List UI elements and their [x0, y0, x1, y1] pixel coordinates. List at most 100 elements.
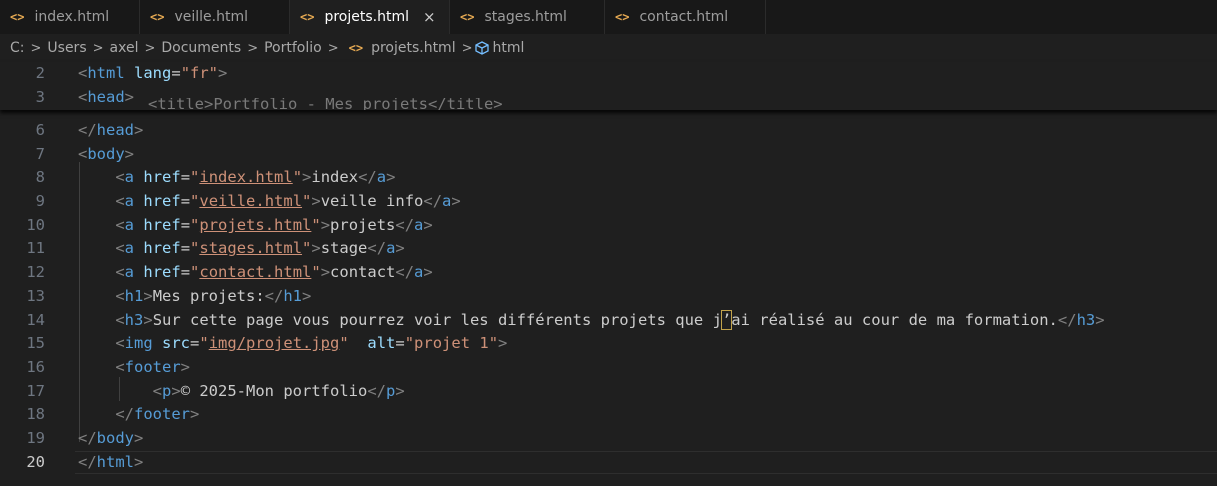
html-file-icon: <>	[348, 41, 364, 55]
tab-veille[interactable]: <> veille.html	[140, 0, 290, 34]
code-token: >	[134, 121, 144, 139]
line-number: 17	[26, 382, 45, 400]
breadcrumb-symbol[interactable]: html	[493, 40, 525, 56]
code-text: <html lang="fr">	[78, 62, 227, 86]
code-token: index	[311, 168, 359, 186]
bracket-match-highlight: ’	[720, 310, 733, 330]
code-token: href	[143, 263, 181, 281]
line-number: 3	[35, 88, 45, 106]
line-number: 8	[35, 168, 45, 186]
code-editor[interactable]: <title>Portfolio - Mes projets</title> 2…	[0, 62, 1217, 486]
code-token: "	[199, 334, 209, 352]
tab-index[interactable]: <> index.html	[0, 0, 140, 34]
code-token: >	[395, 239, 405, 257]
code-token: a	[124, 263, 135, 281]
code-token: >	[395, 382, 405, 400]
code-token: projets	[330, 216, 396, 234]
code-token: >	[302, 168, 312, 186]
code-line[interactable]: 2 <html lang="fr">	[0, 62, 1217, 86]
code-token: "	[190, 263, 200, 281]
code-token: "	[311, 263, 321, 281]
code-token: =	[190, 334, 200, 352]
code-token: head	[96, 121, 134, 139]
code-line[interactable]: 12 <a href="contact.html">contact</a>	[0, 261, 1217, 285]
symbol-cube-icon	[474, 41, 489, 55]
code-token: <	[78, 145, 88, 163]
code-token: lang	[134, 64, 172, 82]
code-line[interactable]: 17 <p>© 2025-Mon portfolio</p>	[0, 380, 1217, 404]
code-token: html	[87, 64, 125, 82]
code-token: =	[180, 216, 191, 234]
code-line[interactable]: 8 <a href="index.html">index</a>	[0, 166, 1217, 190]
code-token: >	[1095, 311, 1105, 329]
code-token: a	[124, 216, 135, 234]
code-token: © 2025-Mon portfolio	[180, 382, 368, 400]
tab-label: index.html	[34, 9, 110, 25]
tab-label: veille.html	[174, 9, 248, 25]
html-file-icon: <>	[615, 10, 630, 24]
code-line[interactable]: 6 </head>	[0, 119, 1217, 143]
code-token: contact.html	[199, 263, 312, 281]
code-line[interactable]: 20 </html>	[0, 451, 1217, 475]
code-token: >	[134, 429, 144, 447]
code-token: <	[78, 64, 88, 82]
tab-contact[interactable]: <> contact.html	[605, 0, 766, 34]
code-token: </	[358, 168, 377, 186]
line-number: 7	[35, 145, 45, 163]
tab-projets[interactable]: <> projets.html ×	[290, 0, 450, 34]
chevron-right-icon: >	[30, 40, 42, 56]
code-token: >	[451, 192, 461, 210]
code-token: head	[87, 88, 125, 106]
code-line[interactable]: 14 <h3>Sur cette page vous pourrez voir …	[0, 309, 1217, 333]
code-token: p	[162, 382, 172, 400]
code-token: a	[124, 168, 135, 186]
code-line[interactable]: 7 <body>	[0, 143, 1217, 167]
code-line[interactable]: 3 <head>	[0, 86, 1217, 110]
code-text: <p>© 2025-Mon portfolio</p>	[78, 380, 405, 404]
code-token: "projet 1"	[404, 334, 499, 352]
code-token: h3	[1076, 311, 1096, 329]
code-line[interactable]: 18 </footer>	[0, 403, 1217, 427]
code-token: =	[171, 64, 181, 82]
code-text: <h3>Sur cette page vous pourrez voir les…	[78, 309, 1105, 333]
code-token: h1	[283, 287, 303, 305]
code-token: veille info	[320, 192, 424, 210]
tab-label: stages.html	[484, 9, 567, 25]
code-token: "	[339, 334, 349, 352]
code-line[interactable]: 10 <a href="projets.html">projets</a>	[0, 214, 1217, 238]
breadcrumb-item[interactable]: Users	[47, 40, 86, 56]
tab-stages[interactable]: <> stages.html	[450, 0, 605, 34]
code-line[interactable]: 19 </body>	[0, 427, 1217, 451]
code-text: <h1>Mes projets:</h1>	[78, 285, 311, 309]
code-token: =	[180, 263, 191, 281]
code-token: "	[190, 168, 200, 186]
code-line[interactable]: 16 <footer>	[0, 356, 1217, 380]
breadcrumb-item[interactable]: axel	[110, 40, 139, 56]
code-text: </html>	[78, 451, 143, 475]
code-line[interactable]: 15 <img src="img/projet.jpg" alt="projet…	[0, 332, 1217, 356]
close-tab-icon[interactable]: ×	[423, 8, 436, 26]
breadcrumb-item[interactable]: Portfolio	[264, 40, 322, 56]
code-token: </	[264, 287, 284, 305]
code-text: </head>	[78, 119, 143, 143]
code-token: >	[498, 334, 508, 352]
code-token: a	[386, 239, 396, 257]
code-token: projets.html	[199, 216, 312, 234]
code-token: </	[395, 216, 415, 234]
code-line[interactable]: 13 <h1>Mes projets:</h1>	[0, 285, 1217, 309]
breadcrumb-item[interactable]: C:	[10, 40, 25, 56]
code-line[interactable]: 11 <a href="stages.html">stage</a>	[0, 237, 1217, 261]
breadcrumb-item[interactable]: Documents	[161, 40, 241, 56]
code-token: >	[143, 311, 153, 329]
code-token: Mes projets:	[152, 287, 265, 305]
code-line[interactable]: 9 <a href="veille.html">veille info</a>	[0, 190, 1217, 214]
code-token: =	[180, 192, 191, 210]
html-file-icon: <>	[300, 10, 315, 24]
breadcrumb-file[interactable]: projets.html	[371, 40, 456, 56]
